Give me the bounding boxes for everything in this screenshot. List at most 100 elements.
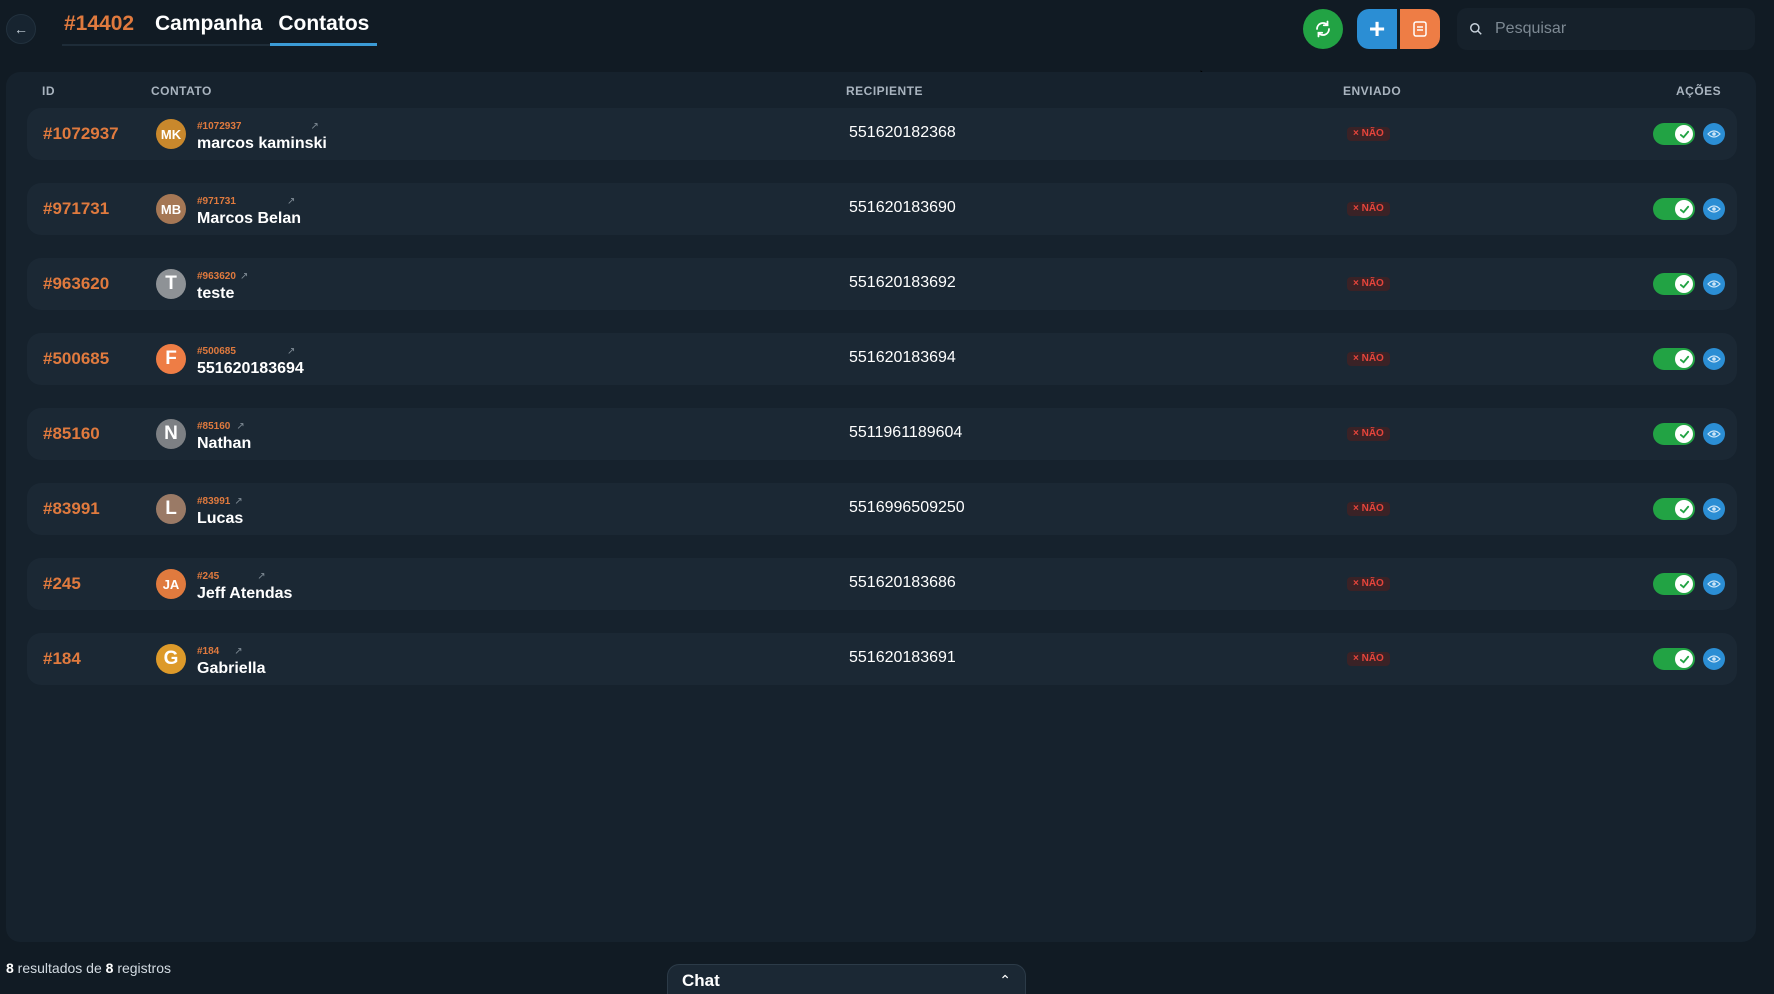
- table-row[interactable]: #1072937 MK #1072937 ↗ marcos kaminski 551620…: [27, 108, 1737, 160]
- contact-sub-id: #245: [197, 571, 220, 582]
- avatar: L: [156, 494, 186, 524]
- sent-status-badge: × NÃO: [1347, 352, 1390, 366]
- contact-cell: #963620 ↗ teste: [197, 266, 248, 303]
- report-button[interactable]: [1400, 9, 1440, 49]
- table-row[interactable]: #245 JA #245 ↗ Jeff Atendas 551620183686 × NÃO: [27, 558, 1737, 610]
- header: ← #14402 Campanha Contatos +: [0, 0, 1774, 60]
- contact-name: Gabriella: [197, 660, 266, 677]
- view-button[interactable]: [1703, 648, 1725, 670]
- view-button[interactable]: [1703, 123, 1725, 145]
- active-toggle[interactable]: [1653, 648, 1695, 670]
- active-toggle[interactable]: [1653, 498, 1695, 520]
- table-row[interactable]: #184 G #184 ↗ Gabriella 551620183691 × NÃO: [27, 633, 1737, 685]
- contact-cell: #1072937 ↗ marcos kaminski: [197, 116, 327, 153]
- contact-sub-id: #963620: [197, 271, 236, 282]
- eye-icon: [1707, 205, 1721, 213]
- sent-status-badge: × NÃO: [1347, 577, 1390, 591]
- contact-cell: #85160 ↗ Nathan: [197, 416, 251, 453]
- external-link-icon[interactable]: ↗: [240, 271, 248, 282]
- recipient-phone: 551620183691: [849, 649, 956, 666]
- view-button[interactable]: [1703, 423, 1725, 445]
- search-input[interactable]: [1495, 20, 1735, 38]
- check-icon: [1675, 350, 1693, 368]
- breadcrumb-tabs: #14402 Campanha Contatos: [62, 0, 378, 46]
- external-link-icon[interactable]: ↗: [234, 646, 242, 657]
- avatar: F: [156, 344, 186, 374]
- back-button[interactable]: ←: [6, 14, 36, 44]
- row-id[interactable]: #245: [43, 574, 81, 594]
- avatar: MB: [156, 194, 186, 224]
- view-button[interactable]: [1703, 273, 1725, 295]
- table-row[interactable]: #83991 L #83991 ↗ Lucas 5516996509250 × NÃO: [27, 483, 1737, 535]
- contact-name: marcos kaminski: [197, 135, 327, 152]
- column-header-id: ID: [42, 84, 55, 98]
- recipient-phone: 551620183686: [849, 574, 956, 591]
- sent-status-badge: × NÃO: [1347, 202, 1390, 216]
- view-button[interactable]: [1703, 498, 1725, 520]
- eye-icon: [1707, 655, 1721, 663]
- results-count: 8 resultados de 8 registros: [6, 960, 172, 976]
- tab-contatos[interactable]: Contatos: [270, 12, 378, 46]
- column-header-sent: ENVIADO: [1343, 84, 1402, 98]
- check-icon: [1675, 275, 1693, 293]
- table-row[interactable]: #85160 N #85160 ↗ Nathan 5511961189604 × NÃO: [27, 408, 1737, 460]
- active-toggle[interactable]: [1653, 123, 1695, 145]
- column-header-recipient: RECIPIENTE: [846, 84, 924, 98]
- chat-widget[interactable]: Chat ⌃: [667, 964, 1026, 994]
- row-id[interactable]: #500685: [43, 349, 109, 369]
- row-id[interactable]: #963620: [43, 274, 109, 294]
- active-toggle[interactable]: [1653, 198, 1695, 220]
- column-header-actions: AÇÕES: [1676, 84, 1722, 98]
- contact-cell: #500685 ↗ 551620183694: [197, 341, 304, 378]
- row-id[interactable]: #971731: [43, 199, 109, 219]
- check-icon: [1675, 650, 1693, 668]
- sent-status-badge: × NÃO: [1347, 127, 1390, 141]
- external-link-icon[interactable]: ↗: [234, 496, 242, 507]
- row-id[interactable]: #83991: [43, 499, 100, 519]
- column-header-contact: CONTATO: [151, 84, 212, 98]
- refresh-button[interactable]: [1303, 9, 1343, 49]
- contact-name: Marcos Belan: [197, 210, 302, 227]
- check-icon: [1675, 500, 1693, 518]
- contact-name: Jeff Atendas: [197, 585, 293, 602]
- row-id[interactable]: #85160: [43, 424, 100, 444]
- row-id[interactable]: #184: [43, 649, 81, 669]
- search-icon: [1470, 23, 1482, 35]
- tab-campaign-id[interactable]: #14402: [62, 12, 147, 46]
- eye-icon: [1707, 355, 1721, 363]
- external-link-icon[interactable]: ↗: [257, 571, 265, 582]
- table-row[interactable]: #963620 T #963620 ↗ teste 551620183692 × NÃO: [27, 258, 1737, 310]
- contacts-panel: ID CONTATO RECIPIENTE ENVIADO AÇÕES #107…: [6, 72, 1756, 942]
- contact-sub-id: #1072937: [197, 121, 242, 132]
- external-link-icon[interactable]: ↗: [287, 346, 295, 357]
- active-toggle[interactable]: [1653, 273, 1695, 295]
- view-button[interactable]: [1703, 198, 1725, 220]
- table-row[interactable]: #971731 MB #971731 ↗ Marcos Belan 55162018369…: [27, 183, 1737, 235]
- row-id[interactable]: #1072937: [43, 124, 119, 144]
- contact-name: Nathan: [197, 435, 252, 452]
- add-contact-button[interactable]: +: [1357, 9, 1397, 49]
- avatar: N: [156, 419, 186, 449]
- active-toggle[interactable]: [1653, 573, 1695, 595]
- view-button[interactable]: [1703, 348, 1725, 370]
- active-toggle[interactable]: [1653, 348, 1695, 370]
- eye-icon: [1707, 280, 1721, 288]
- check-icon: [1675, 200, 1693, 218]
- tab-campanha[interactable]: Campanha: [147, 12, 271, 46]
- contact-name: 551620183694: [197, 360, 304, 377]
- contact-cell: #245 ↗ Jeff Atendas: [197, 566, 292, 603]
- table-row[interactable]: #500685 F #500685 ↗ 551620183694 551620183694…: [27, 333, 1737, 385]
- chevron-up-icon[interactable]: ⌃: [999, 972, 1011, 989]
- sent-status-badge: × NÃO: [1347, 427, 1390, 441]
- recipient-phone: 5516996509250: [849, 499, 965, 516]
- refresh-icon: [1316, 20, 1330, 38]
- view-button[interactable]: [1703, 573, 1725, 595]
- active-toggle[interactable]: [1653, 423, 1695, 445]
- document-icon: [1413, 21, 1427, 37]
- chat-label: Chat: [682, 970, 720, 990]
- sent-status-badge: × NÃO: [1347, 277, 1390, 291]
- external-link-icon[interactable]: ↗: [236, 421, 244, 432]
- external-link-icon[interactable]: ↗: [311, 121, 319, 132]
- external-link-icon[interactable]: ↗: [287, 196, 295, 207]
- search-box[interactable]: [1457, 8, 1755, 50]
